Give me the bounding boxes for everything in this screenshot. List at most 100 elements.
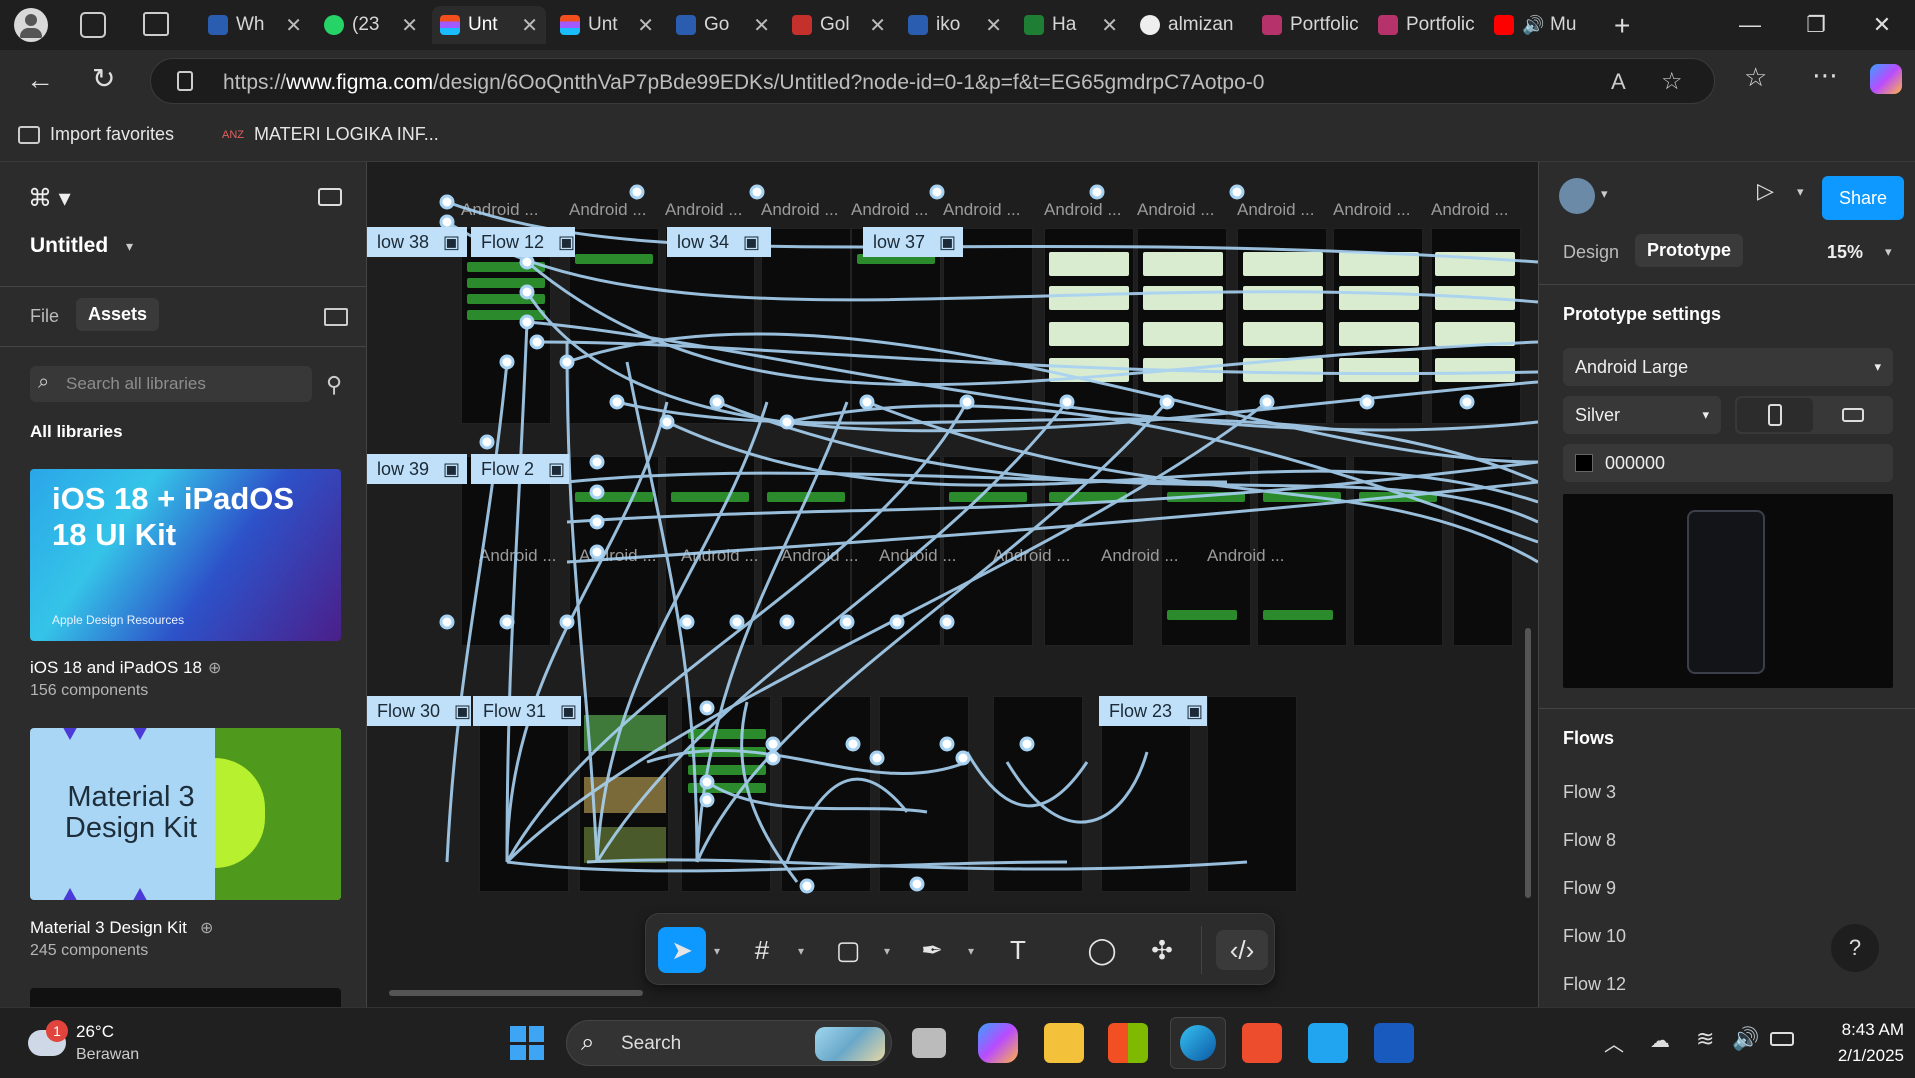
weather-status[interactable]: Berawan — [76, 1046, 139, 1064]
vscode-icon[interactable] — [1308, 1023, 1348, 1063]
import-favorites-link[interactable]: Import favorites — [18, 124, 174, 145]
library-book-icon[interactable] — [324, 308, 348, 326]
favorites-icon[interactable]: ☆ — [1744, 62, 1767, 93]
browser-tab-active[interactable]: Unt ✕ — [432, 6, 546, 44]
rectangle-tool-icon[interactable]: ▢ — [828, 930, 868, 970]
background-color-field[interactable]: 000000 — [1563, 444, 1893, 482]
minimize-icon[interactable]: — — [1730, 10, 1770, 40]
device-select[interactable]: Android Large ▾ — [1563, 348, 1893, 386]
back-icon[interactable]: ← — [26, 64, 54, 96]
library-title[interactable]: iOS 18 and iPadOS 18 — [30, 658, 202, 678]
flow-start-chip[interactable]: low 38 ▣ — [367, 227, 467, 257]
favorite-star-icon[interactable]: ☆ — [1661, 67, 1683, 96]
vertical-scrollbar[interactable] — [1525, 628, 1531, 898]
word-icon[interactable] — [1374, 1023, 1414, 1063]
flow-start-chip[interactable]: Flow 23 ▣ — [1099, 696, 1207, 726]
close-icon[interactable]: ✕ — [637, 13, 654, 38]
browser-tab[interactable]: Wh ✕ — [200, 6, 310, 44]
flow-list-item[interactable]: Flow 8 — [1563, 830, 1616, 851]
sidebar-toggle-icon[interactable] — [318, 188, 342, 206]
pen-tool-icon[interactable]: ✒ — [912, 930, 952, 970]
workspaces-icon[interactable] — [80, 12, 106, 38]
microsoft-store-icon[interactable] — [1108, 1023, 1148, 1063]
close-icon[interactable]: ✕ — [869, 13, 886, 38]
more-icon[interactable]: ⋯ — [1812, 60, 1838, 91]
design-canvas[interactable]: Android ... Android ... Android ... Andr… — [367, 162, 1538, 1007]
chevron-down-icon[interactable]: ▾ — [1797, 184, 1804, 200]
taskbar-search[interactable]: ⌕ Search — [566, 1020, 892, 1066]
chevron-down-icon[interactable]: ▾ — [714, 944, 720, 958]
library-title[interactable]: Material 3 Design Kit — [30, 918, 187, 938]
edge-active-slot[interactable] — [1170, 1017, 1226, 1069]
present-play-icon[interactable]: ▷ — [1757, 178, 1774, 204]
close-icon[interactable]: ✕ — [985, 13, 1002, 38]
portrait-option[interactable] — [1737, 398, 1813, 432]
favorite-materi-link[interactable]: ANZ MATERI LOGIKA INF... — [222, 124, 439, 145]
browser-tab[interactable]: 🔊 Mu — [1486, 6, 1596, 44]
chevron-down-icon[interactable]: ▾ — [126, 238, 133, 255]
browser-tab[interactable]: iko ✕ — [900, 6, 1010, 44]
tab-assets[interactable]: Assets — [76, 298, 160, 331]
browser-tab[interactable]: Go ✕ — [668, 6, 778, 44]
shopee-icon[interactable] — [1242, 1023, 1282, 1063]
profile-avatar-icon[interactable] — [14, 8, 48, 42]
chevron-down-icon[interactable]: ▾ — [968, 944, 974, 958]
dev-mode-icon[interactable]: ‹/› — [1216, 930, 1268, 970]
horizontal-scrollbar[interactable] — [389, 990, 643, 996]
color-swatch[interactable] — [1575, 454, 1593, 472]
show-hidden-icons-icon[interactable]: ︿ — [1604, 1028, 1624, 1057]
comment-tool-icon[interactable]: ◯ — [1082, 930, 1122, 970]
flow-list-item[interactable]: Flow 10 — [1563, 926, 1626, 947]
new-tab-icon[interactable]: + — [1614, 10, 1630, 42]
file-explorer-icon[interactable] — [1044, 1023, 1084, 1063]
battery-icon[interactable] — [1770, 1032, 1794, 1046]
chevron-down-icon[interactable]: ▾ — [1601, 186, 1608, 202]
task-view-icon[interactable] — [912, 1028, 946, 1058]
close-icon[interactable]: ✕ — [753, 13, 770, 38]
network-status-icon[interactable]: ☁ — [1650, 1028, 1670, 1053]
flow-list-item[interactable]: Flow 9 — [1563, 878, 1616, 899]
copilot-icon[interactable] — [978, 1023, 1018, 1063]
close-icon[interactable]: ✕ — [521, 13, 538, 38]
volume-icon[interactable]: 🔊 — [1732, 1026, 1759, 1052]
browser-tab[interactable]: (23 ✕ — [316, 6, 426, 44]
flow-start-chip[interactable]: low 39 ▣ — [367, 454, 467, 484]
browser-tab[interactable]: almizan — [1132, 6, 1250, 44]
windows-start-icon[interactable] — [510, 1026, 544, 1060]
filter-icon[interactable]: ⚲ — [326, 372, 342, 398]
close-window-icon[interactable]: ✕ — [1862, 10, 1902, 40]
model-select[interactable]: Silver ▾ — [1563, 396, 1721, 434]
figma-menu-icon[interactable]: ⌘ ▾ — [28, 184, 71, 213]
flow-start-chip[interactable]: Flow 31 ▣ — [473, 696, 581, 726]
avatar[interactable] — [1559, 178, 1595, 214]
material-kit-thumbnail[interactable]: Material 3 Design Kit — [30, 728, 341, 900]
tab-design[interactable]: Design — [1563, 242, 1619, 263]
browser-tab[interactable]: Gol ✕ — [784, 6, 894, 44]
close-icon[interactable]: ✕ — [401, 13, 418, 38]
browser-tab[interactable]: Ha ✕ — [1016, 6, 1126, 44]
flow-start-chip[interactable]: Flow 2 ▣ — [471, 454, 569, 484]
copilot-icon[interactable] — [1870, 64, 1902, 94]
close-icon[interactable]: ✕ — [285, 13, 302, 38]
flow-list-item[interactable]: Flow 3 — [1563, 782, 1616, 803]
browser-tab[interactable]: Unt ✕ — [552, 6, 662, 44]
clock-time[interactable]: 8:43 AM — [1824, 1020, 1904, 1040]
flow-start-chip[interactable]: low 37 ▣ — [863, 227, 963, 257]
tab-prototype[interactable]: Prototype — [1635, 234, 1744, 267]
chevron-down-icon[interactable]: ▾ — [798, 944, 804, 958]
flow-start-chip[interactable]: Flow 12 ▣ — [471, 227, 575, 257]
help-button[interactable]: ? — [1831, 924, 1879, 972]
file-name[interactable]: Untitled — [30, 234, 108, 258]
flow-start-chip[interactable]: low 34 ▣ — [667, 227, 771, 257]
frame-tool-icon[interactable]: # — [742, 930, 782, 970]
lock-icon[interactable] — [177, 71, 193, 91]
move-tool-icon[interactable]: ➤ — [658, 927, 706, 973]
browser-tab[interactable]: Portfolic — [1254, 6, 1370, 44]
clock-date[interactable]: 2/1/2025 — [1812, 1046, 1904, 1066]
tab-actions-icon[interactable] — [143, 12, 169, 36]
search-input[interactable]: ⌕ Search all libraries — [30, 366, 312, 402]
components-tool-icon[interactable]: ✣ — [1142, 930, 1182, 970]
flow-start-chip[interactable]: Flow 30 ▣ — [367, 696, 471, 726]
refresh-icon[interactable]: ↻ — [92, 62, 115, 95]
text-tool-icon[interactable]: T — [998, 930, 1038, 970]
